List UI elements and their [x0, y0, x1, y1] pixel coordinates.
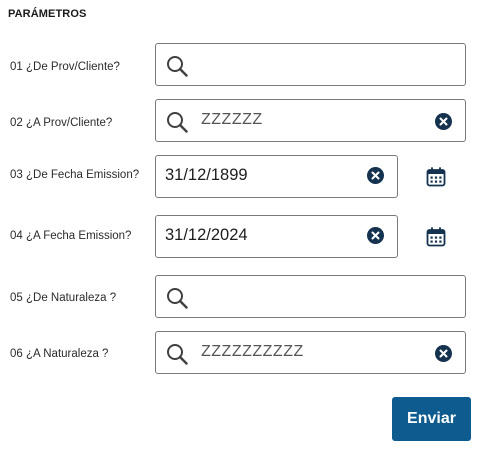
- search-icon[interactable]: [166, 343, 188, 365]
- clear-icon[interactable]: [435, 113, 452, 130]
- calendar-icon[interactable]: [426, 227, 446, 247]
- param-row-a-fecha-emission: 04 ¿A Fecha Emission? 31/12/2024: [0, 215, 484, 258]
- send-button[interactable]: Enviar: [392, 397, 471, 441]
- search-icon[interactable]: [166, 111, 188, 133]
- section-title: PARÁMETROS: [8, 8, 87, 20]
- field-value[interactable]: ZZZZZZZZZZ: [201, 343, 304, 361]
- de-fecha-emission-field[interactable]: 31/12/1899: [155, 155, 398, 198]
- param-row-a-prov-cliente: 02 ¿A Prov/Cliente? ZZZZZZ: [0, 99, 484, 142]
- clear-icon[interactable]: [367, 167, 384, 184]
- param-row-a-naturaleza: 06 ¿A Naturaleza ? ZZZZZZZZZZ: [0, 331, 484, 374]
- date-value[interactable]: 31/12/1899: [165, 166, 248, 185]
- a-naturaleza-field[interactable]: ZZZZZZZZZZ: [155, 331, 466, 374]
- param-row-de-naturaleza: 05 ¿De Naturaleza ?: [0, 275, 484, 318]
- param-label: 06 ¿A Naturaleza ?: [10, 348, 109, 360]
- param-label: 03 ¿De Fecha Emission?: [10, 169, 140, 181]
- clear-icon[interactable]: [435, 345, 452, 362]
- search-icon[interactable]: [166, 55, 188, 77]
- a-prov-cliente-field[interactable]: ZZZZZZ: [155, 99, 466, 142]
- param-row-de-fecha-emission: 03 ¿De Fecha Emission? 31/12/1899: [0, 155, 484, 198]
- date-value[interactable]: 31/12/2024: [165, 226, 248, 245]
- search-icon[interactable]: [166, 287, 188, 309]
- de-naturaleza-field[interactable]: [155, 275, 466, 318]
- field-value[interactable]: ZZZZZZ: [201, 111, 263, 129]
- param-label: 04 ¿A Fecha Emission?: [10, 230, 132, 242]
- param-label: 01 ¿De Prov/Cliente?: [10, 61, 120, 73]
- param-label: 05 ¿De Naturaleza ?: [10, 292, 117, 304]
- clear-icon[interactable]: [367, 227, 384, 244]
- a-fecha-emission-field[interactable]: 31/12/2024: [155, 215, 398, 258]
- param-row-de-prov-cliente: 01 ¿De Prov/Cliente?: [0, 43, 484, 86]
- calendar-icon[interactable]: [426, 167, 446, 187]
- param-label: 02 ¿A Prov/Cliente?: [10, 117, 113, 129]
- de-prov-cliente-field[interactable]: [155, 43, 466, 86]
